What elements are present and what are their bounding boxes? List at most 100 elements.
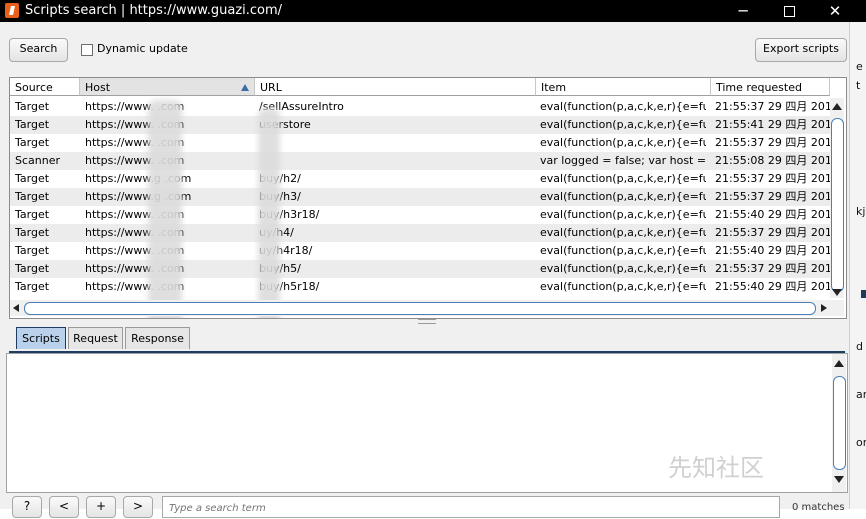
- redaction-blur: [258, 108, 280, 318]
- table-cell-item: eval(function(p,a,c,k,e,r){e=fun...: [540, 172, 706, 185]
- table-cell-item: eval(function(p,a,c,k,e,r){e=fun...: [540, 190, 706, 203]
- table-cell-item: eval(function(p,a,c,k,e,r){e=fun...: [540, 136, 706, 149]
- table-cell-time: 21:55:08 29 四月 2019: [715, 154, 833, 167]
- table-cell-item: eval(function(p,a,c,k,e,r){e=fun...: [540, 100, 706, 113]
- table-cell-time: 21:55:37 29 四月 2019: [715, 136, 833, 149]
- export-scripts-button[interactable]: Export scripts: [755, 38, 847, 62]
- table-row[interactable]: Target https://www. .com /sellAssureIntro…: [10, 98, 833, 116]
- panel-vertical-scrollbar[interactable]: [832, 354, 846, 492]
- table-body: Target https://www. .com /sellAssureIntro…: [10, 98, 833, 296]
- background-text-fragment: kj: [856, 205, 866, 218]
- minimize-button[interactable]: ─: [720, 0, 766, 22]
- column-header-host-label: Host: [85, 81, 111, 94]
- table-cell-url: /sellAssureIntro: [259, 100, 344, 113]
- table-cell-source: Target: [15, 172, 50, 185]
- table-row[interactable]: Target https://www. .com userstore eval(fu…: [10, 116, 833, 134]
- table-row[interactable]: Targethttps://www.g .com buy/h2/eval(fun…: [10, 170, 833, 188]
- tab-scripts[interactable]: Scripts: [16, 327, 66, 349]
- pane-splitter-handle[interactable]: [418, 319, 436, 324]
- table-horizontal-scrollbar[interactable]: [10, 300, 844, 316]
- table-cell-item: eval(function(p,a,c,k,e,r){e=fun...: [540, 226, 706, 239]
- watermark-text: 先知社区: [668, 454, 764, 482]
- tab-response[interactable]: Response: [125, 327, 190, 349]
- table-cell-item: eval(function(p,a,c,k,e,r){e=fun...: [540, 118, 706, 131]
- tab-request[interactable]: Request: [68, 327, 123, 349]
- table-cell-source: Target: [15, 226, 50, 239]
- scroll-left-icon[interactable]: [13, 304, 19, 312]
- help-button[interactable]: ?: [12, 496, 42, 518]
- table-cell-time: 21:55:37 29 四月 2019: [715, 100, 833, 113]
- scroll-down-icon[interactable]: [834, 476, 844, 483]
- table-row[interactable]: Targethttps://www. .com uy/h4/eval(funct…: [10, 224, 833, 242]
- scroll-up-icon[interactable]: [834, 360, 844, 367]
- table-row[interactable]: Targethttps://www. .com buy/h5/eval(func…: [10, 260, 833, 278]
- table-cell-source: Target: [15, 262, 50, 275]
- table-cell-source: Target: [15, 208, 50, 221]
- table-cell-url: buy/h3/: [259, 188, 535, 206]
- table-cell-item: var logged = false; var host = '...: [540, 154, 706, 167]
- window-title: Scripts search | https://www.guazi.com/: [25, 3, 283, 18]
- column-header-item[interactable]: Item: [536, 78, 711, 96]
- search-term-input[interactable]: [167, 498, 771, 518]
- background-text-fragment: ar: [856, 388, 866, 401]
- background-divider: [861, 290, 866, 298]
- table-cell-item: eval(function(p,a,c,k,e,r){e=fun...: [540, 280, 706, 293]
- table-cell-source: Scanner: [15, 154, 61, 167]
- dynamic-update-checkbox[interactable]: [81, 44, 93, 56]
- scroll-up-icon[interactable]: [832, 103, 842, 110]
- detail-tabs: Scripts Request Response: [9, 327, 845, 353]
- maximize-button[interactable]: [766, 0, 812, 22]
- table-cell-url: [259, 134, 535, 152]
- search-button[interactable]: Search: [9, 38, 68, 62]
- table-row[interactable]: Target https://www. .com buy/h3r18/eval(f…: [10, 206, 833, 224]
- table-cell-url: buy/h5/: [259, 260, 535, 278]
- table-row[interactable]: Target https://www. .com buy/h5r18/eval(f…: [10, 278, 833, 296]
- column-header-url[interactable]: URL: [255, 78, 536, 96]
- table-cell-source: Target: [15, 280, 50, 293]
- table-cell-source: Target: [15, 118, 50, 131]
- dynamic-update-label: Dynamic update: [97, 42, 188, 55]
- scroll-down-icon[interactable]: [832, 289, 842, 296]
- maximize-icon: [783, 6, 795, 17]
- next-match-button[interactable]: >: [123, 496, 153, 518]
- table-cell-url: uy/h4r18/: [259, 244, 313, 257]
- scroll-thumb[interactable]: [24, 302, 816, 315]
- table-header: Source Host URL Item Time requested: [10, 78, 830, 97]
- table-cell-item: eval(function(p,a,c,k,e,r){e=fun...: [540, 244, 706, 257]
- column-header-host[interactable]: Host: [80, 78, 255, 96]
- table-cell-source: Target: [15, 136, 50, 149]
- table-row[interactable]: Target https://www. .com uy/h4r18/eval(fu…: [10, 242, 833, 260]
- table-cell-url: buy/h2/: [259, 170, 535, 188]
- table-cell-source: Target: [15, 190, 50, 203]
- background-text-fragment: t: [856, 79, 861, 92]
- background-text-fragment: d: [856, 340, 863, 353]
- add-button[interactable]: +: [86, 496, 116, 518]
- scripts-table: Source Host URL Item Time requested Targ…: [9, 77, 847, 319]
- table-cell-source: Target: [15, 244, 50, 257]
- scroll-thumb[interactable]: [833, 376, 846, 470]
- column-header-time-requested[interactable]: Time requested: [711, 78, 830, 96]
- search-term-field[interactable]: [162, 496, 780, 518]
- background-text-fragment: or: [856, 436, 866, 449]
- table-cell-time: 21:55:37 29 四月 2019: [715, 226, 833, 239]
- burp-app-icon: [5, 3, 19, 18]
- previous-match-button[interactable]: <: [49, 496, 79, 518]
- table-vertical-scrollbar[interactable]: [830, 98, 844, 298]
- table-cell-time: 21:55:41 29 四月 2019: [715, 118, 833, 131]
- table-cell-source: Target: [15, 100, 50, 113]
- table-cell-url: buy/h5r18/: [259, 280, 320, 293]
- scroll-right-icon[interactable]: [821, 304, 827, 312]
- close-button[interactable]: ✕: [812, 0, 858, 22]
- table-row[interactable]: Targethttps://www.g .com buy/h3/eval(fun…: [10, 188, 833, 206]
- table-cell-url: userstore: [259, 118, 311, 131]
- table-cell-time: 21:55:40 29 四月 2019: [715, 208, 833, 221]
- table-row[interactable]: Scanner https://www. .com var logged = fal…: [10, 152, 833, 170]
- title-bar: Scripts search | https://www.guazi.com/ …: [0, 0, 866, 22]
- table-row[interactable]: Target https://www. .com eval(function(p,a…: [10, 134, 833, 152]
- table-cell-time: 21:55:37 29 四月 2019: [715, 190, 833, 203]
- table-cell-item: eval(function(p,a,c,k,e,r){e=fun...: [540, 262, 706, 275]
- match-count: 0 matches: [792, 502, 845, 513]
- column-header-source[interactable]: Source: [10, 78, 80, 96]
- redaction-blur: [148, 100, 182, 318]
- scroll-thumb[interactable]: [831, 118, 844, 292]
